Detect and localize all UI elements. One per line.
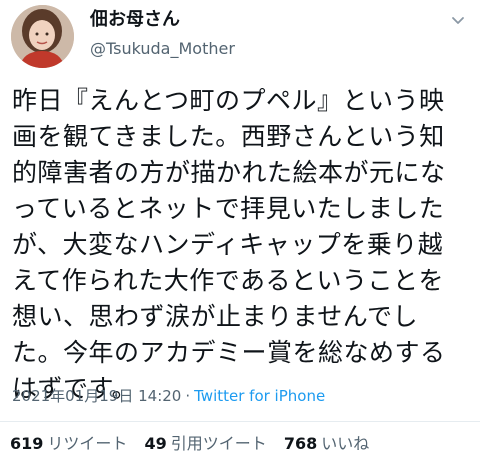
retweets-stat[interactable]: 619 リツイート <box>10 434 127 454</box>
retweets-count: 619 <box>10 434 44 453</box>
avatar[interactable] <box>11 5 74 68</box>
tweet-source-link[interactable]: Twitter for iPhone <box>194 387 325 405</box>
quotes-stat[interactable]: 49 引用ツイート <box>145 434 267 454</box>
meta-separator: · <box>185 387 191 405</box>
likes-label: いいね <box>321 434 370 453</box>
user-handle[interactable]: @Tsukuda_Mother <box>90 39 235 59</box>
tweet-card: 佃お母さん @Tsukuda_Mother 昨日『えんとつ町のプペル』という映 … <box>0 0 480 463</box>
divider <box>0 421 480 422</box>
quotes-label: 引用ツイート <box>170 434 267 453</box>
tweet-timestamp[interactable]: 2021年01月19日 14:20 <box>12 387 181 405</box>
likes-stat[interactable]: 768 いいね <box>284 434 369 454</box>
tweet-text: 昨日『えんとつ町のプペル』という映 画を観てきました。西野さんという知 的障害者… <box>12 86 446 403</box>
tweet-meta: 2021年01月19日 14:20 · Twitter for iPhone <box>12 386 325 406</box>
retweets-label: リツイート <box>47 434 128 453</box>
display-name[interactable]: 佃お母さん <box>90 9 180 31</box>
quotes-count: 49 <box>144 434 167 453</box>
chevron-down-icon[interactable] <box>450 12 466 28</box>
likes-count: 768 <box>283 434 318 453</box>
tweet-stats: 619 リツイート 49 引用ツイート 768 いいね <box>10 434 381 454</box>
